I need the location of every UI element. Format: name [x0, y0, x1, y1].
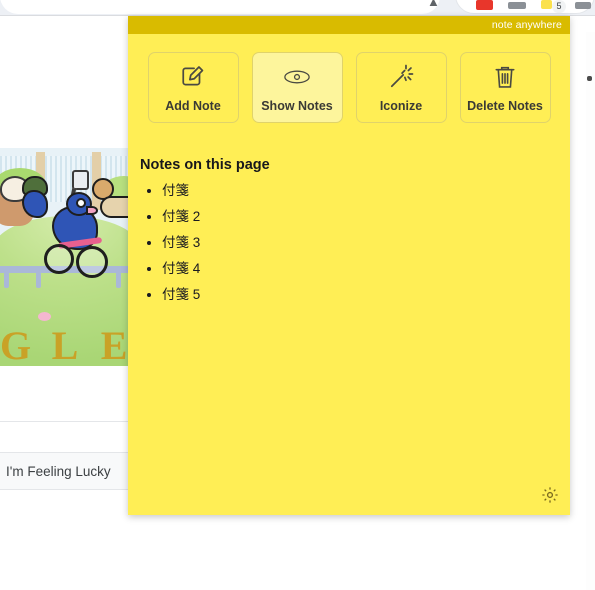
logo-letter-l: L: [51, 323, 81, 364]
eye-icon: [283, 62, 311, 92]
trash-icon: [493, 62, 517, 92]
feeling-lucky-label: I'm Feeling Lucky: [6, 463, 111, 479]
doodle-wheel: [44, 244, 74, 274]
add-note-label: Add Note: [165, 99, 221, 113]
popup-title: note anywhere: [491, 19, 562, 31]
show-notes-label: Show Notes: [261, 99, 333, 113]
doodle-bird-cook: [22, 190, 48, 218]
list-item[interactable]: 付箋 4: [162, 256, 540, 282]
logo-letter-g: G: [0, 323, 34, 364]
page-divider: [0, 421, 132, 422]
notes-list: 付箋 付箋 2 付箋 3 付箋 4 付箋 5: [140, 178, 540, 308]
show-notes-button[interactable]: Show Notes: [251, 52, 343, 123]
list-item[interactable]: 付箋 2: [162, 204, 540, 230]
red-extension-icon[interactable]: [476, 0, 493, 10]
gear-icon: [541, 486, 559, 509]
feeling-lucky-button[interactable]: I'm Feeling Lucky: [0, 453, 132, 489]
popup-action-buttons: Add Note Show Notes Iconize Delete Notes: [128, 52, 570, 123]
popup-titlebar: note anywhere: [128, 16, 570, 34]
address-bar[interactable]: [0, 0, 440, 14]
gray-extension-icon-2[interactable]: [575, 2, 591, 9]
iconize-button[interactable]: Iconize: [355, 52, 447, 123]
settings-button[interactable]: [540, 486, 560, 509]
notes-heading: Notes on this page: [140, 157, 270, 173]
scrollbar-thumb[interactable]: [587, 76, 592, 81]
doodle-railing-post: [116, 272, 121, 288]
extension-badge-count: 5: [552, 0, 566, 13]
page-scrollbar[interactable]: [586, 32, 595, 590]
doodle-bird-beak: [86, 206, 98, 215]
gray-extension-icon[interactable]: [508, 2, 526, 9]
google-logo-letters: G L E: [0, 322, 132, 364]
logo-letter-e: E: [100, 323, 130, 364]
page-divider: [0, 489, 132, 490]
doodle-railing-post: [4, 272, 9, 288]
magic-wand-icon: [388, 62, 414, 92]
doodle-wheel: [76, 246, 108, 278]
doodle-blossom: [38, 312, 51, 321]
doodle-bird-eye: [76, 198, 86, 208]
delete-notes-button[interactable]: Delete Notes: [459, 52, 551, 123]
list-item[interactable]: 付箋 5: [162, 282, 540, 308]
add-note-button[interactable]: Add Note: [147, 52, 239, 123]
cursor-arrow-icon: ▲: [427, 0, 440, 9]
doodle-railing-post: [36, 272, 41, 288]
delete-notes-label: Delete Notes: [467, 99, 543, 113]
note-anywhere-popup: note anywhere Add Note Show Notes Iconiz…: [128, 16, 570, 515]
note-edit-icon: [180, 62, 206, 92]
note-anywhere-extension-icon[interactable]: [541, 0, 552, 9]
doodle-spatula: [72, 170, 89, 190]
screen: ▲ 5 G L E I'm Feeling Lucky note anywher…: [0, 0, 595, 590]
list-item[interactable]: 付箋 3: [162, 230, 540, 256]
browser-toolbar: ▲ 5: [0, 0, 595, 16]
iconize-label: Iconize: [379, 99, 423, 113]
list-item[interactable]: 付箋: [162, 178, 540, 204]
